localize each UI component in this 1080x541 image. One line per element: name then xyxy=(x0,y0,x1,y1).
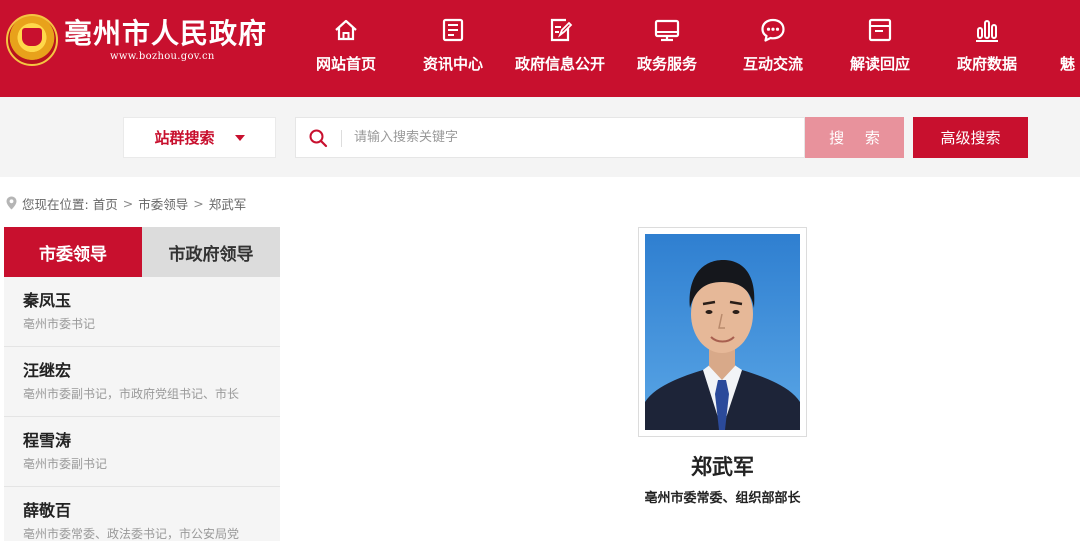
nav-label: 魅 xyxy=(1060,55,1076,73)
tab-city-party-leaders[interactable]: 市委领导 xyxy=(4,227,142,277)
leader-name: 薛敬百 xyxy=(23,501,72,520)
nav-item-partial[interactable]: 魅 xyxy=(1060,16,1080,74)
nav-item-home[interactable]: 网站首页 xyxy=(296,16,396,74)
leader-name-heading: 郑武军 xyxy=(691,455,754,479)
site-group-label: 站群搜索 xyxy=(154,129,215,147)
search-input[interactable] xyxy=(354,118,794,157)
bar-chart-icon xyxy=(976,20,998,42)
breadcrumb-separator: > xyxy=(193,195,204,211)
nav-item-services[interactable]: 政务服务 xyxy=(617,16,717,74)
nav-item-interpretation[interactable]: 解读回应 xyxy=(830,16,930,74)
news-icon xyxy=(442,18,464,42)
site-group-search-dropdown[interactable]: 站群搜索 xyxy=(123,117,276,158)
nav-item-news[interactable]: 资讯中心 xyxy=(403,16,503,74)
chat-icon xyxy=(761,18,785,42)
home-icon xyxy=(335,19,357,41)
search-divider xyxy=(341,130,342,147)
breadcrumb-home[interactable]: 首页 xyxy=(93,194,118,213)
nav-item-gov-info[interactable]: 政府信息公开 xyxy=(510,16,610,74)
leader-name: 秦凤玉 xyxy=(23,291,72,310)
leader-position: 亳州市委副书记，市政府党组书记、市长 xyxy=(23,387,240,401)
leaders-sidebar: 市委领导 市政府领导 秦凤玉 亳州市委书记 汪继宏 亳州市委副书记，市政府党组书… xyxy=(4,227,280,541)
nav-label: 政务服务 xyxy=(636,55,697,73)
leader-list-item[interactable]: 汪继宏 亳州市委副书记，市政府党组书记、市长 xyxy=(4,347,280,417)
nav-label: 资讯中心 xyxy=(422,55,483,73)
nav-label: 网站首页 xyxy=(315,55,376,73)
nav-label: 互动交流 xyxy=(742,55,803,73)
leader-photo-frame xyxy=(638,227,807,437)
leader-list-item[interactable]: 程雪涛 亳州市委副书记 xyxy=(4,417,280,487)
nav-label: 政府信息公开 xyxy=(514,55,605,73)
leader-position: 亳州市委常委、政法委书记，市公安局党 xyxy=(23,527,240,541)
monitor-icon xyxy=(654,19,680,42)
folder-icon xyxy=(868,18,892,42)
breadcrumb-city-party-leaders[interactable]: 市委领导 xyxy=(138,194,188,213)
leader-portrait xyxy=(645,234,800,430)
leader-name: 程雪涛 xyxy=(23,431,72,450)
leader-list-item[interactable]: 薛敬百 亳州市委常委、政法委书记，市公安局党 xyxy=(4,487,280,541)
advanced-search-button[interactable]: 高级搜索 xyxy=(913,117,1028,158)
nav-item-interaction[interactable]: 互动交流 xyxy=(723,16,823,74)
leader-title: 亳州市委常委、组织部部长 xyxy=(644,491,801,506)
nav-label: 政府数据 xyxy=(956,55,1017,73)
site-header: 亳州市人民政府 www.bozhou.gov.cn 网站首页 资讯中心 政府信息… xyxy=(0,0,1080,97)
nav-label: 解读回应 xyxy=(849,55,910,73)
main-nav: 网站首页 资讯中心 政府信息公开 政务服务 互动交流 解读回应 政府数据 魅 xyxy=(0,0,1080,97)
breadcrumb-prefix: 您现在位置: xyxy=(22,196,89,212)
breadcrumb: 您现在位置: 首页 > 市委领导 > 郑武军 xyxy=(6,194,247,213)
tab-city-government-leaders[interactable]: 市政府领导 xyxy=(142,227,280,277)
search-button[interactable]: 搜 索 xyxy=(805,117,904,158)
search-bar: 站群搜索 搜 索 高级搜索 xyxy=(0,97,1080,177)
edit-document-icon xyxy=(550,18,573,42)
leader-position: 亳州市委书记 xyxy=(23,317,96,331)
search-icon xyxy=(309,129,328,148)
search-box xyxy=(295,117,805,158)
nav-item-gov-data[interactable]: 政府数据 xyxy=(937,16,1037,74)
partial-icon xyxy=(1060,16,1080,44)
caret-down-icon xyxy=(234,134,245,141)
leader-position: 亳州市委副书记 xyxy=(23,457,108,471)
location-pin-icon xyxy=(6,196,17,210)
breadcrumb-current: 郑武军 xyxy=(208,196,247,212)
leader-name: 汪继宏 xyxy=(23,361,72,380)
leader-tabs: 市委领导 市政府领导 xyxy=(4,227,280,277)
breadcrumb-separator: > xyxy=(122,195,134,211)
leader-list-item[interactable]: 秦凤玉 亳州市委书记 xyxy=(4,277,280,347)
